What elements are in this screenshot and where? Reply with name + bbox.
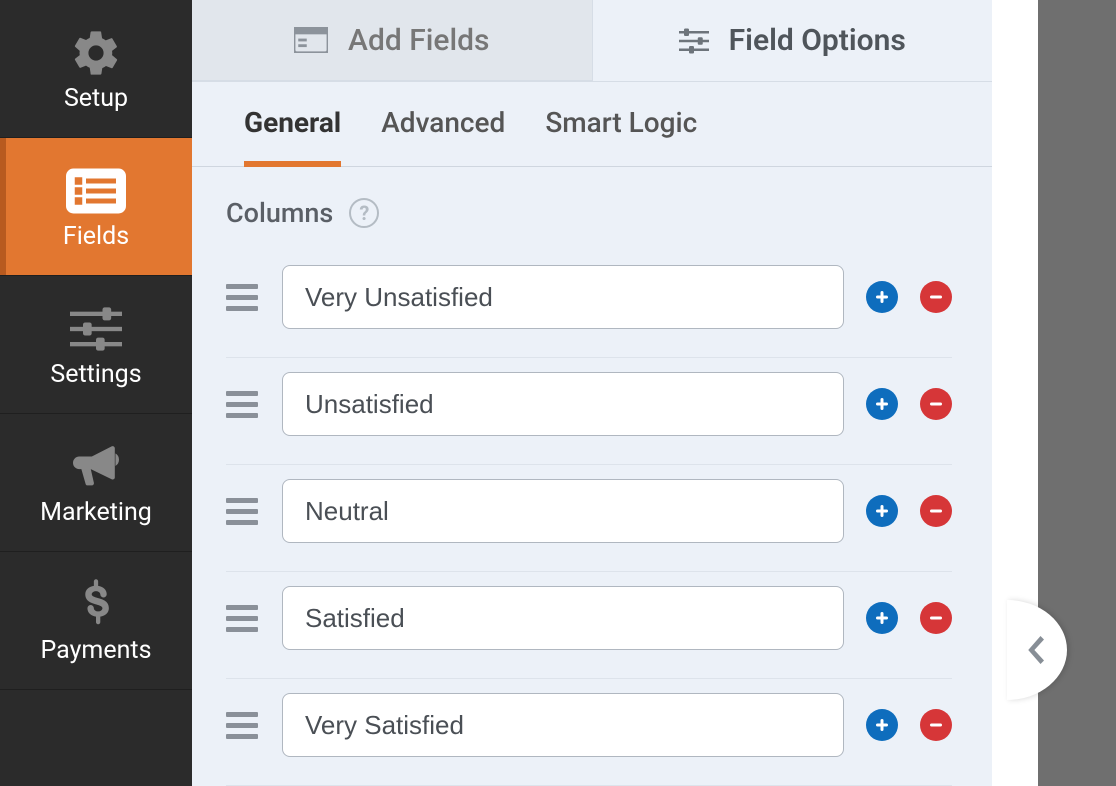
sidebar-item-payments[interactable]: Payments <box>0 552 192 690</box>
add-column-button[interactable] <box>866 281 898 313</box>
sidebar-item-marketing[interactable]: Marketing <box>0 414 192 552</box>
gear-icon <box>70 22 122 84</box>
remove-column-button[interactable] <box>920 388 952 420</box>
remove-column-button[interactable] <box>920 495 952 527</box>
remove-column-button[interactable] <box>920 602 952 634</box>
column-input[interactable] <box>282 265 844 329</box>
column-row <box>226 358 952 465</box>
drag-handle-icon[interactable] <box>226 605 258 632</box>
sub-tab-general[interactable]: General <box>244 106 341 167</box>
add-column-button[interactable] <box>866 709 898 741</box>
column-row <box>226 572 952 679</box>
add-column-button[interactable] <box>866 602 898 634</box>
sidebar-item-fields[interactable]: Fields <box>0 138 192 276</box>
sub-tab-advanced[interactable]: Advanced <box>381 106 505 166</box>
drag-handle-icon[interactable] <box>226 498 258 525</box>
column-input[interactable] <box>282 479 844 543</box>
sidebar-item-label: Fields <box>63 222 129 251</box>
remove-column-button[interactable] <box>920 709 952 741</box>
drag-handle-icon[interactable] <box>226 712 258 739</box>
columns-list <box>226 251 952 786</box>
panel-field-options: Add Fields Field Options General Advance… <box>192 0 992 786</box>
sidebar-item-settings[interactable]: Settings <box>0 276 192 414</box>
sidebar-item-label: Payments <box>41 636 152 665</box>
right-gutter <box>992 0 1116 786</box>
column-row <box>226 251 952 358</box>
collapse-panel-button[interactable] <box>1007 600 1067 700</box>
column-input[interactable] <box>282 372 844 436</box>
list-icon <box>66 160 126 222</box>
dollar-icon <box>81 574 111 636</box>
bullhorn-icon <box>70 436 122 498</box>
help-icon[interactable]: ? <box>349 198 379 228</box>
column-row <box>226 465 952 572</box>
sub-tabs: General Advanced Smart Logic <box>192 82 992 167</box>
columns-header: Columns ? <box>226 197 952 229</box>
sidebar: Setup Fields Settings Marketing Payments <box>0 0 192 786</box>
top-tabs: Add Fields Field Options <box>192 0 992 82</box>
column-row <box>226 679 952 786</box>
add-column-button[interactable] <box>866 388 898 420</box>
drag-handle-icon[interactable] <box>226 284 258 311</box>
tab-label: Add Fields <box>348 23 489 58</box>
column-input[interactable] <box>282 586 844 650</box>
sidebar-item-label: Marketing <box>40 498 152 527</box>
sidebar-item-label: Setup <box>64 84 128 113</box>
sidebar-item-setup[interactable]: Setup <box>0 0 192 138</box>
remove-column-button[interactable] <box>920 281 952 313</box>
sub-tab-smart-logic[interactable]: Smart Logic <box>545 106 697 166</box>
sliders-icon <box>70 298 122 360</box>
columns-label: Columns <box>226 197 333 229</box>
sidebar-item-label: Settings <box>50 360 141 389</box>
add-column-button[interactable] <box>866 495 898 527</box>
drag-handle-icon[interactable] <box>226 391 258 418</box>
tab-field-options[interactable]: Field Options <box>593 0 993 81</box>
column-input[interactable] <box>282 693 844 757</box>
tab-add-fields[interactable]: Add Fields <box>192 0 593 81</box>
tab-label: Field Options <box>729 23 906 58</box>
